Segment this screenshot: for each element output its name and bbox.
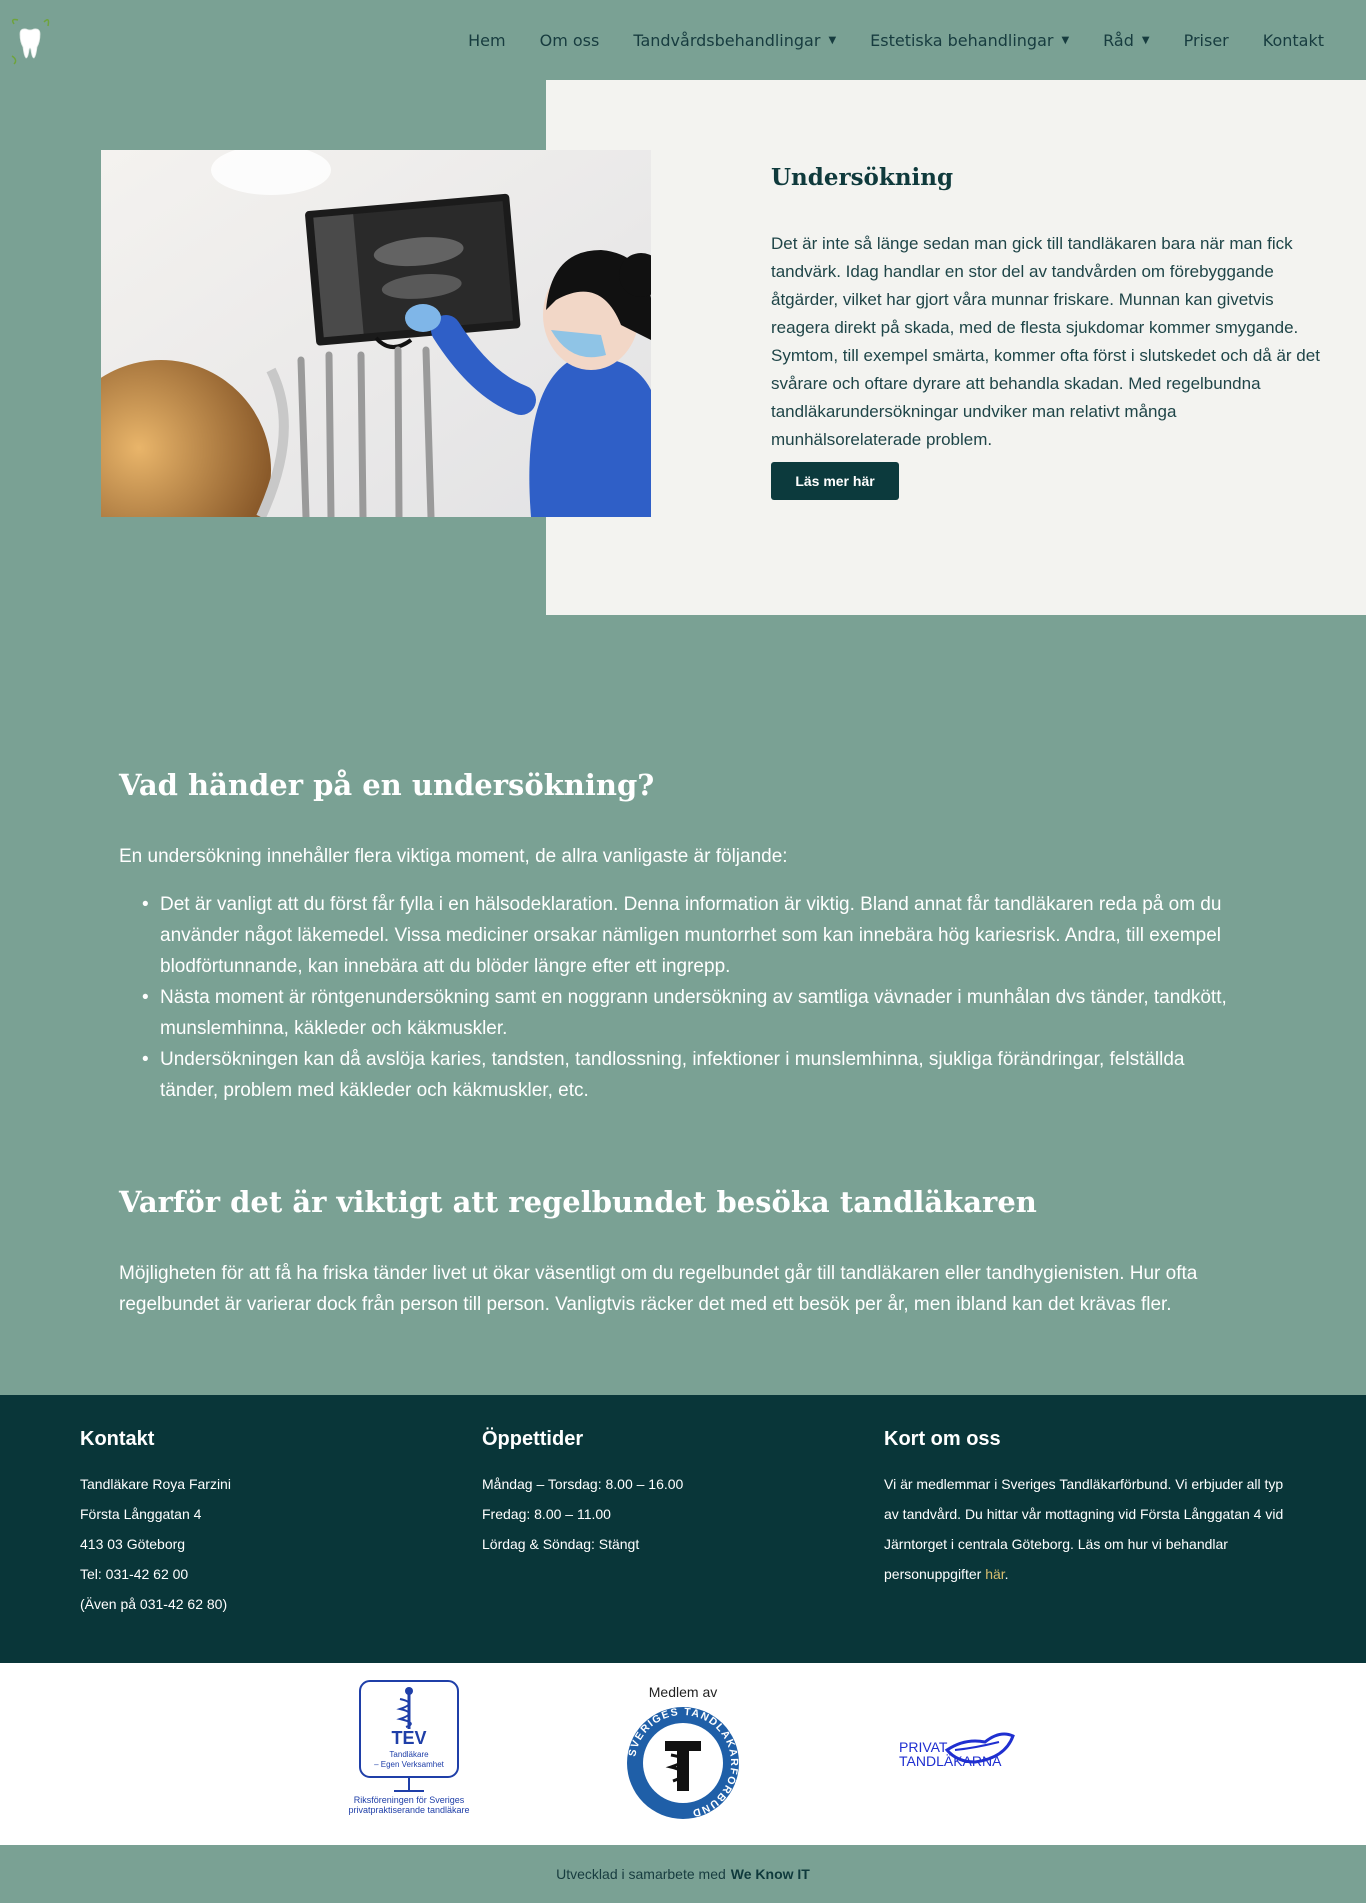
nav-item-hem[interactable]: Hem — [451, 31, 522, 50]
nav-item-kontakt[interactable]: Kontakt — [1246, 31, 1341, 50]
dentist-photo-illustration — [101, 150, 651, 517]
nav-item-om-oss[interactable]: Om oss — [523, 31, 617, 50]
tooth-logo-icon[interactable] — [8, 16, 52, 66]
nav-label: Kontakt — [1262, 30, 1324, 50]
footer-hours-heading: Öppettider — [482, 1428, 584, 1450]
hero-title: Undersökning — [771, 164, 954, 191]
credits-bar: Utvecklad i samarbete med We Know IT — [0, 1845, 1366, 1903]
section1-heading: Vad händer på en undersökning? — [119, 768, 655, 802]
footer-about-heading: Kort om oss — [884, 1428, 1001, 1450]
about-body: Vi är medlemmar i Sveriges Tandläkarförb… — [884, 1476, 1284, 1582]
hero-text: Det är inte så länge sedan man gick till… — [771, 234, 1320, 449]
nav-item-estetiska-behandlingar[interactable]: Estetiska behandlingar ▼ — [853, 31, 1086, 50]
chevron-down-icon: ▼ — [1141, 34, 1150, 46]
contact-line: Tandläkare Roya Farzini — [80, 1476, 231, 1492]
nav-label: Råd — [1103, 30, 1134, 50]
list-item: Undersökningen kan då avslöja karies, ta… — [142, 1044, 1240, 1106]
contact-phone[interactable]: Tel: 031-42 62 00 — [80, 1559, 231, 1589]
chevron-down-icon: ▼ — [828, 34, 837, 46]
contact-line: Första Långgatan 4 — [80, 1506, 202, 1522]
exam-steps-list: Det är vanligt att du först får fylla i … — [142, 889, 1240, 1106]
about-end: . — [1004, 1566, 1009, 1582]
footer-contact: Kontakt Tandläkare Roya Farzini Första L… — [80, 1428, 231, 1619]
privattandlakarna-logo[interactable]: PRIVAT TANDLÄKARNA — [895, 1728, 1015, 1788]
chevron-down-icon: ▼ — [1061, 34, 1070, 46]
contact-phone-alt[interactable]: (Även på 031-42 62 80) — [80, 1589, 231, 1619]
nav-item-priser[interactable]: Priser — [1167, 31, 1246, 50]
tandlakarforbund-logo[interactable]: Medlem av SVERIGES TANDLÄKARFÖRBUND — [615, 1683, 751, 1823]
nav-label: Om oss — [539, 30, 600, 50]
weknowit-link[interactable]: We Know IT — [731, 1866, 810, 1882]
section2-text: Möjligheten för att få ha friska tänder … — [119, 1263, 1198, 1315]
main-nav: Hem Om oss Tandvårdsbehandlingar ▼ Esteti… — [451, 0, 1341, 80]
list-item: Nästa moment är röntgenundersökning samt… — [142, 982, 1240, 1044]
footer-contact-heading: Kontakt — [80, 1428, 155, 1450]
stf-top: Medlem av — [649, 1684, 717, 1700]
privacy-link[interactable]: här — [985, 1566, 1004, 1582]
nav-item-rad[interactable]: Råd ▼ — [1086, 31, 1166, 50]
read-more-button[interactable]: Läs mer här — [771, 462, 899, 500]
footer-hours: Öppettider Måndag – Torsdag: 8.00 – 16.0… — [482, 1428, 683, 1559]
credits-text: Utvecklad i samarbete med — [556, 1866, 726, 1882]
site-header: Hem Om oss Tandvårdsbehandlingar ▼ Esteti… — [0, 0, 1366, 80]
section2-heading: Varför det är viktigt att regelbundet be… — [119, 1185, 1037, 1219]
tev-caption1: Riksföreningen för Sveriges — [354, 1795, 465, 1805]
nav-label: Estetiska behandlingar — [870, 30, 1054, 50]
tev-caption2: privatpraktiserande tandläkare — [348, 1805, 469, 1815]
nav-label: Priser — [1183, 30, 1229, 50]
section1-intro: En undersökning innehåller flera viktiga… — [119, 846, 788, 867]
tev-line2: – Egen Verksamhet — [374, 1760, 445, 1769]
about-text: Vi är medlemmar i Sveriges Tandläkarförb… — [884, 1469, 1294, 1589]
hours-line: Fredag: 8.00 – 11.00 — [482, 1506, 611, 1522]
contact-line: 413 03 Göteborg — [80, 1536, 186, 1552]
tev-line1: Tandläkare — [389, 1750, 429, 1759]
hours-line: Måndag – Torsdag: 8.00 – 16.00 — [482, 1476, 684, 1492]
nav-item-tandvardsbehandlingar[interactable]: Tandvårdsbehandlingar ▼ — [616, 31, 853, 50]
partner-logos: TEV Tandläkare – Egen Verksamhet Riksför… — [0, 1663, 1366, 1845]
hero-photo — [101, 150, 651, 517]
nav-label: Hem — [468, 30, 506, 50]
footer-about: Kort om oss Vi är medlemmar i Sveriges T… — [884, 1428, 1294, 1589]
tev-name: TEV — [391, 1728, 426, 1748]
nav-label: Tandvårdsbehandlingar — [633, 30, 821, 50]
hours-line: Lördag & Söndag: Stängt — [482, 1536, 640, 1552]
tev-logo[interactable]: TEV Tandläkare – Egen Verksamhet Riksför… — [340, 1679, 480, 1819]
list-item: Det är vanligt att du först får fylla i … — [142, 889, 1240, 982]
